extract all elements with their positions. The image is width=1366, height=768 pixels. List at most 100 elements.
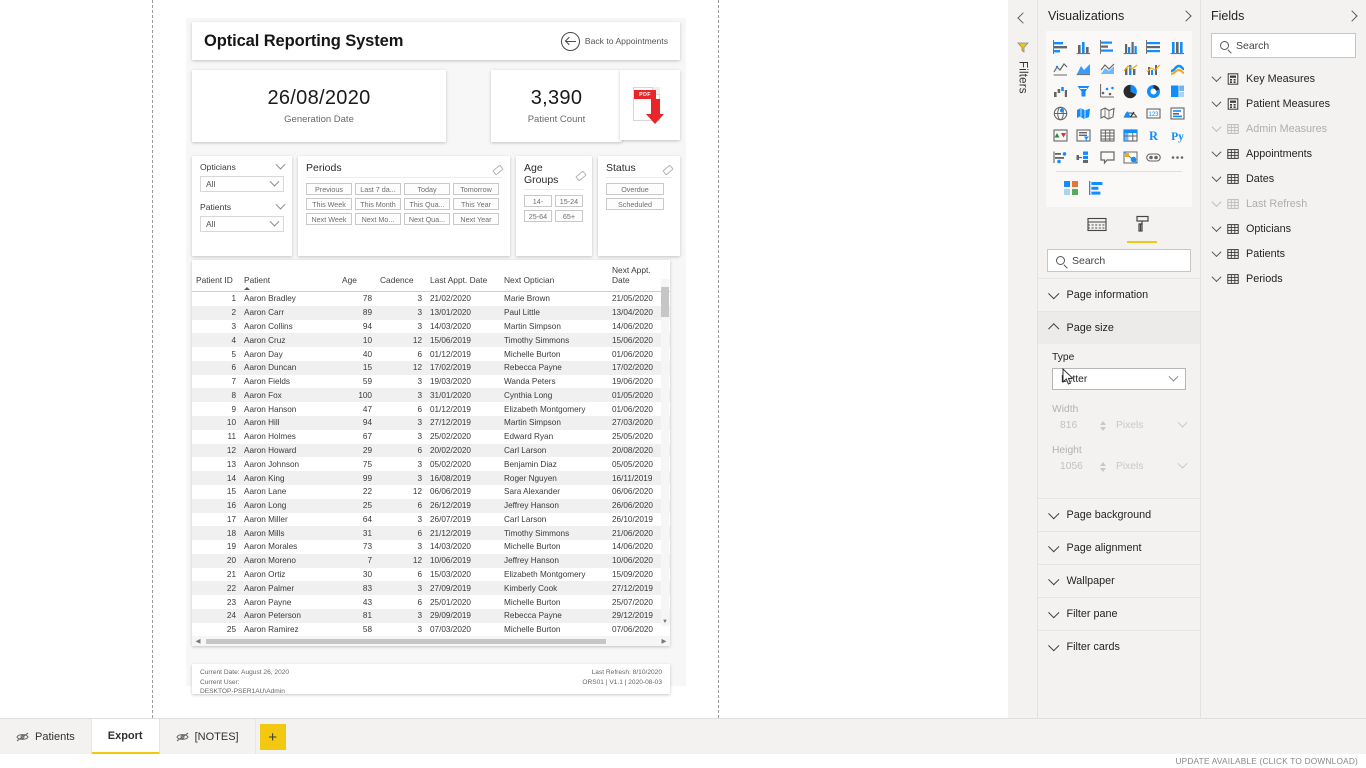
field-table-item-last-refresh[interactable]: Last Refresh — [1201, 191, 1366, 216]
slicer-opticians-header[interactable]: Opticians — [200, 159, 286, 172]
table-row[interactable]: 23 Aaron Payne 43 6 25/01/2020 Michelle Burto… — [192, 595, 670, 609]
r-script-visual-icon[interactable]: R — [1143, 125, 1164, 145]
table-row[interactable]: 21 Aaron Ortiz 30 6 15/03/2020 Elizabeth Mont… — [192, 568, 670, 582]
table-row[interactable]: 9 Aaron Hanson 47 6 01/12/2019 Elizabeth Mont… — [192, 402, 670, 416]
update-available-link[interactable]: UPDATE AVAILABLE (CLICK TO DOWNLOAD) — [1175, 756, 1358, 766]
field-table-item-patients[interactable]: Patients — [1201, 241, 1366, 266]
format-section-wallpaper[interactable]: Wallpaper — [1038, 564, 1200, 597]
field-table-item-key-measures[interactable]: Key Measures — [1201, 66, 1366, 91]
field-table-item-periods[interactable]: Periods — [1201, 266, 1366, 291]
table-row[interactable]: 24 Aaron Peterson 81 3 29/09/2019 Rebecca Pay… — [192, 608, 670, 623]
page-tab-patients[interactable]: Patients — [0, 719, 92, 754]
field-table-item-dates[interactable]: Dates — [1201, 166, 1366, 191]
format-section-page-information[interactable]: Page information — [1038, 278, 1200, 311]
area-chart-icon[interactable] — [1073, 59, 1094, 79]
clustered-column-chart-icon[interactable] — [1120, 37, 1141, 57]
format-paintbrush-tab-icon[interactable] — [1127, 215, 1157, 243]
field-table-item-patient-measures[interactable]: Patient Measures — [1201, 91, 1366, 116]
decomposition-tree-icon[interactable] — [1073, 147, 1094, 167]
period-chip-0[interactable]: Previous — [306, 183, 352, 195]
table-row[interactable]: 22 Aaron Palmer 83 3 27/09/2019 Kimberly Cook… — [192, 581, 670, 596]
page-size-width-control[interactable]: 816 Pixels — [1052, 417, 1188, 431]
period-chip-4[interactable]: This Week — [306, 198, 352, 210]
field-table-item-appointments[interactable]: Appointments — [1201, 141, 1366, 166]
fields-search-input[interactable]: Search — [1211, 33, 1356, 58]
filled-map-icon[interactable] — [1073, 103, 1094, 123]
period-chip-11[interactable]: Next Year — [453, 213, 499, 225]
q-and-a-icon[interactable] — [1097, 147, 1118, 167]
table-column-header[interactable]: Age — [338, 260, 376, 292]
table-row[interactable]: 18 Aaron Mills 31 6 21/12/2019 Timothy Simmon… — [192, 526, 670, 541]
line-chart-icon[interactable] — [1050, 59, 1071, 79]
slicer-periods[interactable]: Periods Previous Last 7 da... Today Tomorro… — [298, 156, 510, 256]
filters-pane-collapsed[interactable]: Filters — [1008, 0, 1038, 718]
slicer-opticians-dropdown[interactable]: All — [200, 176, 284, 192]
build-visual-icon[interactable] — [1089, 178, 1104, 198]
table-horizontal-scrollbar[interactable]: ◀ ▶ — [192, 636, 670, 646]
gauge-icon[interactable] — [1120, 103, 1141, 123]
table-row[interactable]: 11 Aaron Holmes 67 3 25/02/2020 Edward Ryan 25… — [192, 430, 670, 444]
key-influencers-icon[interactable] — [1050, 147, 1071, 167]
table-icon[interactable] — [1097, 125, 1118, 145]
clear-filter-icon[interactable] — [575, 169, 584, 179]
table-row[interactable]: 13 Aaron Johnson 75 3 05/02/2020 Benjamin Dia… — [192, 457, 670, 471]
table-row[interactable]: 8 Aaron Fox 100 3 31/01/2020 Cynthia Long 01/0… — [192, 388, 670, 403]
format-section-page-alignment[interactable]: Page alignment — [1038, 531, 1200, 564]
slicer-status[interactable]: Status Overdue Scheduled — [598, 156, 680, 256]
ribbon-chart-icon[interactable] — [1167, 59, 1188, 79]
kpi-icon[interactable] — [1050, 125, 1071, 145]
pie-chart-icon[interactable] — [1120, 81, 1141, 101]
period-chip-7[interactable]: This Year — [453, 198, 499, 210]
table-row[interactable]: 5 Aaron Day 40 6 01/12/2019 Michelle Burton 01… — [192, 347, 670, 361]
table-row[interactable]: 12 Aaron Howard 29 6 20/02/2020 Carl Larson 20… — [192, 443, 670, 458]
expand-filters-chevron-icon[interactable] — [1016, 12, 1029, 24]
slicer-patients-header[interactable]: Patients — [200, 199, 286, 212]
python-visual-icon[interactable]: Py — [1167, 125, 1188, 145]
slicer-age-groups-options[interactable]: 14- 15-24 25-64 65+ — [524, 195, 584, 222]
table-header-row[interactable]: Patient ID Patient Age Cadence Last Appt. Da… — [192, 260, 670, 292]
table-row[interactable]: 10 Aaron Hill 94 3 27/12/2019 Martin Simpson 2… — [192, 416, 670, 430]
table-vertical-scroll-thumb[interactable] — [661, 287, 669, 317]
more-options-icon[interactable] — [1167, 147, 1188, 167]
patients-table-visual[interactable]: Patient ID Patient Age Cadence Last Appt. Da… — [192, 260, 670, 646]
treemap-icon[interactable] — [1167, 81, 1188, 101]
collapse-visualizations-chevron-icon[interactable] — [1180, 9, 1192, 22]
multi-row-card-icon[interactable] — [1167, 103, 1188, 123]
slicer-periods-options[interactable]: Previous Last 7 da... Today Tomorrow This We… — [306, 183, 502, 225]
table-row[interactable]: 1 Aaron Bradley 78 3 21/02/2020 Marie Brown 21… — [192, 292, 670, 306]
table-row[interactable]: 4 Aaron Cruz 10 12 15/06/2019 Timothy Simmons… — [192, 333, 670, 348]
status-chip-0[interactable]: Overdue — [606, 183, 664, 195]
card-icon[interactable]: 123 — [1143, 103, 1164, 123]
slicer-icon[interactable] — [1073, 125, 1094, 145]
period-chip-9[interactable]: Next Mo... — [355, 213, 401, 225]
clear-filter-icon[interactable] — [662, 163, 672, 173]
100-stacked-bar-chart-icon[interactable] — [1143, 37, 1164, 57]
smart-narrative-icon[interactable] — [1120, 147, 1141, 167]
age-chip-3[interactable]: 65+ — [555, 210, 583, 222]
table-row[interactable]: 6 Aaron Duncan 15 12 17/02/2019 Rebecca Payne… — [192, 360, 670, 375]
line-clustered-column-chart-icon[interactable] — [1143, 59, 1164, 79]
table-scroll-left-arrow[interactable]: ◀ — [192, 637, 204, 645]
clear-filter-icon[interactable] — [492, 163, 502, 173]
funnel-chart-icon[interactable] — [1073, 81, 1094, 101]
height-stepper[interactable] — [1100, 461, 1106, 472]
stacked-column-chart-icon[interactable] — [1073, 37, 1094, 57]
page-size-height-control[interactable]: 1056 Pixels — [1052, 458, 1188, 472]
get-more-visuals-icon[interactable] — [1064, 178, 1079, 198]
slicer-age-groups[interactable]: Age Groups 14- 15-24 25-64 65+ — [516, 156, 592, 256]
status-chip-1[interactable]: Scheduled — [606, 198, 664, 210]
table-vertical-scrollbar[interactable] — [661, 279, 669, 626]
add-page-button[interactable]: + — [259, 724, 286, 750]
table-row[interactable]: 15 Aaron Lane 22 12 06/06/2019 Sara Alexander… — [192, 485, 670, 499]
table-scroll-right-arrow[interactable]: ▶ — [658, 637, 670, 645]
table-column-header[interactable]: Cadence — [376, 260, 426, 292]
format-section-page-background[interactable]: Page background — [1038, 498, 1200, 531]
table-row[interactable]: 14 Aaron King 99 3 16/08/2019 Roger Nguyen 16/… — [192, 471, 670, 485]
period-chip-5[interactable]: This Month — [355, 198, 401, 210]
page-size-height-value[interactable]: 1056 — [1052, 461, 1094, 472]
slicer-status-options[interactable]: Overdue Scheduled — [606, 183, 672, 210]
table-row[interactable]: 7 Aaron Fields 59 3 19/03/2020 Wanda Peters 19… — [192, 375, 670, 389]
export-pdf-button[interactable]: PDF — [620, 70, 680, 140]
line-stacked-column-chart-icon[interactable] — [1120, 59, 1141, 79]
table-horizontal-scroll-thumb[interactable] — [206, 638, 606, 644]
